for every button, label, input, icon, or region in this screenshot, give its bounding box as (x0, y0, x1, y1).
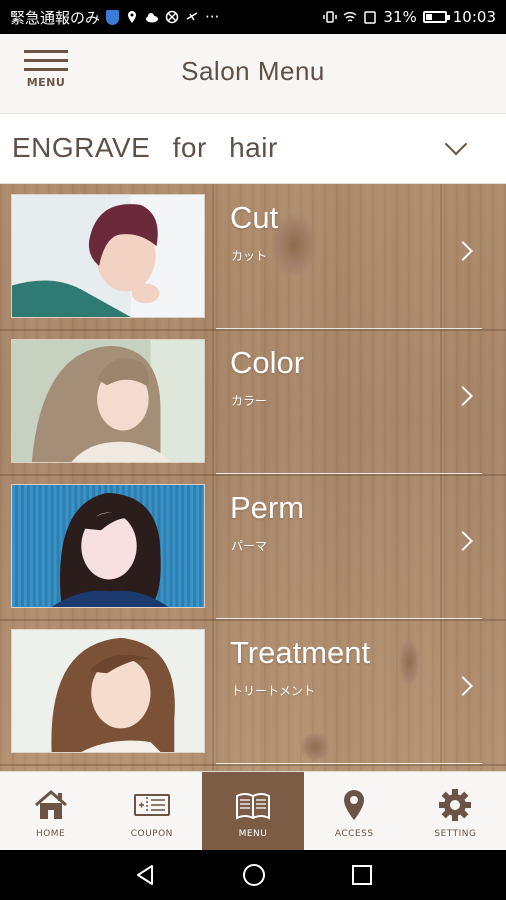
hamburger-icon (24, 50, 68, 53)
menu-item-subtitle: トリートメント (231, 684, 316, 698)
chevron-right-icon (453, 241, 473, 261)
salon-dropdown-value: ENGRAVE for hair (12, 132, 278, 163)
tab-label: SETTING (434, 829, 477, 839)
tab-access[interactable]: ACCESS (304, 772, 405, 850)
tab-label: MENU (238, 829, 268, 839)
menu-item-subtitle: パーマ (231, 539, 268, 553)
wifi-icon (343, 11, 357, 22)
tab-home[interactable]: HOME (0, 772, 101, 850)
menu-item-treatment[interactable]: Treatment トリートメント (0, 619, 506, 764)
menu-item-cut[interactable]: Cut カット (0, 184, 506, 329)
chevron-right-icon (453, 531, 473, 551)
page-title: Salon Menu (181, 56, 325, 86)
menu-item-title: Perm (230, 490, 305, 525)
no-sim-icon (165, 10, 179, 24)
carrier-text: 緊急通報のみ (10, 8, 101, 27)
tab-label: COUPON (130, 829, 173, 839)
tab-menu[interactable]: MENU (202, 772, 304, 850)
chevron-right-icon (453, 676, 473, 696)
system-nav-bar (0, 850, 506, 900)
status-bar: 緊急通報のみ ··· 31% 10:03 (0, 0, 506, 34)
data-saver-icon (364, 11, 377, 24)
salon-dropdown[interactable]: ENGRAVE for hair (0, 114, 506, 184)
menu-item-photo (11, 629, 205, 753)
battery-icon (422, 11, 450, 23)
gear-icon (439, 789, 472, 821)
clock: 10:03 (452, 8, 496, 26)
menu-item-photo (11, 484, 205, 608)
menu-item-color[interactable]: Color カラー (0, 329, 506, 474)
divider (216, 763, 482, 764)
menu-item-photo (11, 339, 205, 463)
menu-item-title: Cut (230, 200, 279, 235)
tab-setting[interactable]: SETTING (405, 772, 506, 850)
menu-list: Cut カット Color カラー Perm パーマ Treatment トリー… (0, 184, 506, 771)
tab-label: ACCESS (334, 829, 374, 839)
menu-item-perm[interactable]: Perm パーマ (0, 474, 506, 619)
battery-percent: 31% (383, 8, 417, 26)
tab-label: HOME (35, 829, 66, 839)
wood-plank-line (0, 764, 506, 766)
coupon-icon (133, 794, 170, 816)
menu-item-title: Treatment (230, 635, 371, 670)
home-circle-icon[interactable] (242, 863, 266, 887)
book-icon (236, 793, 270, 820)
menu-item-photo (11, 194, 205, 318)
back-icon[interactable] (133, 863, 157, 887)
more-notifications-icon: ··· (205, 8, 220, 26)
chevron-right-icon (453, 386, 473, 406)
cloud-icon (146, 13, 159, 23)
menu-item-title: Color (230, 345, 305, 380)
bottom-tab-bar: HOME COUPON MENU ACCESS SETTING (0, 771, 506, 850)
chevron-down-icon (444, 132, 468, 156)
recents-icon[interactable] (351, 864, 373, 886)
app-header: MENU Salon Menu (0, 34, 506, 114)
airplane-mode-icon (186, 12, 198, 21)
map-pin-icon (344, 790, 365, 820)
menu-item-subtitle: カラー (231, 394, 268, 408)
home-icon (34, 790, 67, 819)
menu-item-subtitle: カット (231, 249, 268, 263)
location-icon (128, 11, 137, 23)
tab-coupon[interactable]: COUPON (101, 772, 202, 850)
vibrate-icon (323, 11, 338, 23)
shield-icon (106, 9, 120, 25)
